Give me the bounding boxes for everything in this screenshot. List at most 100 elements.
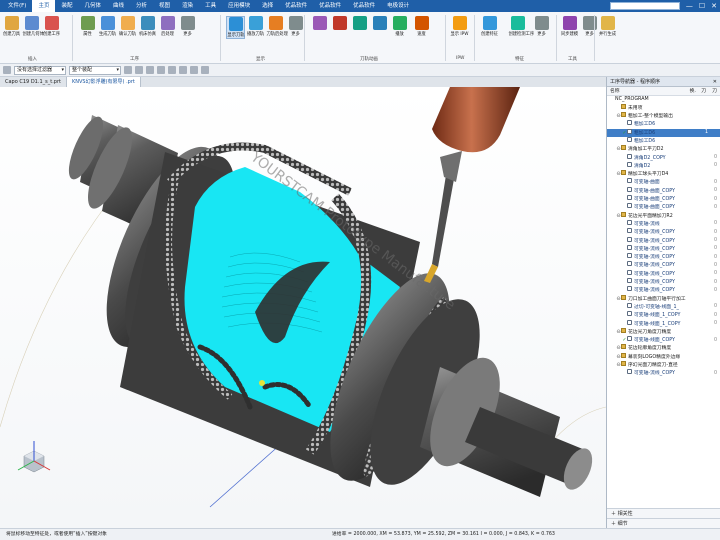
tree-row-label: 可变轴-线面_COPY bbox=[634, 338, 675, 344]
tree-row-label: 可变轴-流线_COPY bbox=[634, 371, 675, 377]
ribbon-label: 创建检测工序 bbox=[508, 32, 535, 37]
folder-icon bbox=[621, 103, 626, 109]
tree-row-cell: 0 bbox=[713, 271, 718, 277]
menu-item-1[interactable]: 主页 bbox=[32, 0, 56, 12]
tree-row-label: 粗加工D6 bbox=[634, 138, 656, 144]
ribbon-button-18[interactable]: 速度 bbox=[412, 16, 431, 37]
menu-item-6[interactable]: 视图 bbox=[153, 0, 176, 12]
ribbon-icon-4 bbox=[100, 16, 115, 30]
ribbon-button-0[interactable]: 创建刀具 bbox=[2, 16, 21, 37]
ribbon-button-7[interactable]: 后处理 bbox=[158, 16, 177, 37]
operation-icon bbox=[627, 336, 632, 342]
menu-item-14[interactable]: 电极设计 bbox=[381, 0, 415, 12]
ribbon-button-4[interactable]: 生成刀轨 bbox=[98, 16, 117, 37]
tree-row-label: 未用项 bbox=[628, 105, 643, 111]
ribbon-label: 更多 bbox=[537, 32, 546, 37]
ribbon-button-5[interactable]: 确认刀轨 bbox=[118, 16, 137, 37]
ribbon-button-11[interactable]: 刀轨后处理 bbox=[266, 16, 288, 37]
menu-item-7[interactable]: 渲染 bbox=[176, 0, 199, 12]
ribbon-button-23[interactable]: 同步建模 bbox=[560, 16, 579, 37]
panel-dependencies[interactable]: ＋ 相关性 bbox=[607, 508, 720, 518]
ribbon-button-6[interactable]: 机床仿真 bbox=[138, 16, 157, 37]
tree-row-cell: 0 bbox=[713, 262, 718, 268]
ribbon-button-2[interactable]: 创建工序 bbox=[42, 16, 61, 37]
menu-item-3[interactable]: 几何体 bbox=[79, 0, 108, 12]
ribbon-button-17[interactable]: 播放 bbox=[390, 16, 409, 37]
tree-row-label: 可变轴-流线_COPY bbox=[634, 230, 675, 236]
close-icon[interactable]: ✕ bbox=[713, 77, 717, 87]
ribbon-icon-7 bbox=[160, 16, 175, 30]
ribbon-button-22[interactable]: 更多 bbox=[532, 16, 551, 37]
ribbon-button-25[interactable]: 并行生成 bbox=[598, 16, 617, 37]
ribbon-label: 播放刀轨 bbox=[246, 32, 265, 37]
menu-item-13[interactable]: 优品软件 bbox=[347, 0, 381, 12]
menu-item-0[interactable]: 文件(F) bbox=[2, 0, 32, 12]
minimize-icon[interactable]: — bbox=[686, 0, 693, 12]
ribbon-button-3[interactable]: 属性 bbox=[78, 16, 97, 37]
menu-item-5[interactable]: 分析 bbox=[130, 0, 153, 12]
ribbon-button-21[interactable]: 创建检测工序 bbox=[508, 16, 535, 37]
ribbon-icon-3 bbox=[80, 16, 95, 30]
ribbon-group-label: IPW bbox=[456, 56, 465, 61]
close-icon[interactable]: ✕ bbox=[711, 0, 717, 12]
ribbon-group-label: 插入 bbox=[28, 57, 37, 62]
operation-icon bbox=[627, 128, 632, 134]
tree-row[interactable]: 可变轴-流线_COPY 0 bbox=[607, 369, 720, 378]
menu-item-9[interactable]: 应用模块 bbox=[222, 0, 256, 12]
tree-row-label: 可变轴-流线 bbox=[634, 221, 660, 227]
snap-intersect-icon[interactable] bbox=[201, 66, 209, 74]
ribbon-button-8[interactable]: 更多 bbox=[178, 16, 197, 37]
select-all-icon[interactable] bbox=[124, 66, 132, 74]
tab-part-1[interactable]: Capo C19 D1.1_s_t.prt bbox=[0, 77, 67, 87]
snap-icon[interactable] bbox=[146, 66, 154, 74]
operation-icon bbox=[627, 286, 632, 292]
menu-item-10[interactable]: 选择 bbox=[256, 0, 279, 12]
ribbon-icon-18 bbox=[414, 16, 429, 30]
ribbon-button-14[interactable] bbox=[330, 16, 349, 31]
ribbon-button-9[interactable]: 显示刀轨 bbox=[226, 16, 245, 39]
filter-dropdown[interactable]: 没有选择过滤器 bbox=[14, 65, 66, 75]
menu-item-2[interactable]: 装配 bbox=[55, 0, 78, 12]
ribbon-button-12[interactable]: 更多 bbox=[286, 16, 305, 37]
ribbon-button-24[interactable]: 更多 bbox=[580, 16, 599, 37]
tab-part-2[interactable]: KNVS幻影浮雕(有限导) .prt bbox=[66, 77, 141, 87]
tree-row-label: 粗加工D6 bbox=[634, 122, 656, 128]
snap-center-icon[interactable] bbox=[179, 66, 187, 74]
menu-item-4[interactable]: 曲线 bbox=[107, 0, 130, 12]
snap-endpoint-icon[interactable] bbox=[157, 66, 165, 74]
graphics-viewport[interactable]: YOURSTCAM Prototype Manufacture bbox=[0, 87, 606, 528]
ribbon-button-13[interactable] bbox=[310, 16, 329, 31]
ribbon-button-16[interactable] bbox=[370, 16, 389, 31]
operation-icon bbox=[627, 369, 632, 375]
tree-row-label: 可变轴-流线_COPY bbox=[634, 255, 675, 261]
navigator-tree: NC_PROGRAM 未用项 ⊖ 粗加工-整个模型输出 粗加工D6 ✓ 粗加工D6 1 粗加工D… bbox=[607, 96, 720, 378]
scope-dropdown[interactable]: 整个装配 bbox=[69, 65, 121, 75]
menu-icon[interactable] bbox=[3, 66, 11, 74]
ribbon-button-20[interactable]: 创建特征 bbox=[480, 16, 499, 37]
ribbon-button-19[interactable]: 显示 IPW bbox=[450, 16, 469, 37]
panel-details[interactable]: ＋ 细节 bbox=[607, 518, 720, 528]
tree-row-label: 可变轴-流线_COPY bbox=[634, 263, 675, 269]
ribbon-button-15[interactable] bbox=[350, 16, 369, 31]
tree-row-label: 序幻光面刀精度刀-直径 bbox=[628, 363, 678, 368]
ribbon-button-1[interactable]: 创建几何体 bbox=[22, 16, 44, 37]
view-triad-icon[interactable] bbox=[14, 439, 54, 479]
operation-icon bbox=[627, 203, 632, 209]
operation-icon bbox=[627, 253, 632, 259]
snap-quadrant-icon[interactable] bbox=[190, 66, 198, 74]
folder-icon bbox=[621, 352, 626, 358]
menu-item-11[interactable]: 优品软件 bbox=[279, 0, 313, 12]
ribbon-label: 并行生成 bbox=[598, 32, 617, 37]
ribbon-group-label: 刀轨动画 bbox=[360, 57, 378, 62]
tree-row-cell: 0 bbox=[713, 304, 718, 310]
ribbon-button-10[interactable]: 播放刀轨 bbox=[246, 16, 265, 37]
command-search-input[interactable] bbox=[610, 2, 680, 10]
menu-item-12[interactable]: 优品软件 bbox=[313, 0, 347, 12]
snap-midpoint-icon[interactable] bbox=[168, 66, 176, 74]
deselect-icon[interactable] bbox=[135, 66, 143, 74]
tree-row-cell: 0 bbox=[713, 246, 718, 252]
tree-row-label: 可变轴-曲面_COPY bbox=[634, 205, 675, 211]
tree-row-cell: 0 bbox=[713, 321, 718, 327]
maximize-icon[interactable]: ☐ bbox=[699, 0, 705, 12]
menu-item-8[interactable]: 工具 bbox=[199, 0, 222, 12]
